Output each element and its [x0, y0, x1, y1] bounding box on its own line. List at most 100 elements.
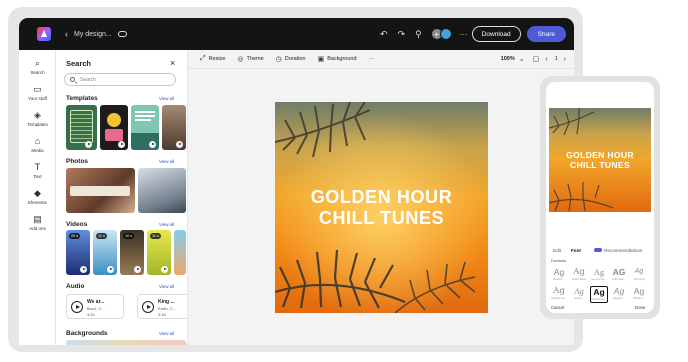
search-placeholder: Search [80, 76, 96, 83]
rail-item-templates[interactable]: ◈ Templates [19, 110, 56, 127]
resize-button[interactable]: ⤢ Resize [200, 55, 225, 63]
palette-icon: ◎ [237, 56, 244, 63]
theme-button[interactable]: ◎ Theme [237, 55, 263, 63]
font-option[interactable]: Ag Didot Sans [570, 267, 588, 284]
template-thumbnail[interactable] [66, 105, 97, 150]
font-option[interactable]: Ag Bodoni... [550, 267, 568, 284]
pages-icon[interactable]: ▢ [533, 55, 540, 63]
zoom-level[interactable]: 100% [501, 56, 515, 62]
rail-label: Text [33, 174, 42, 179]
videos-heading: Videos [66, 221, 88, 228]
font-option[interactable]: Ag Elegant... [610, 286, 628, 303]
tab-edit[interactable]: Edit [553, 248, 561, 253]
chevron-down-icon[interactable]: ⌄ [519, 55, 525, 63]
collaborators[interactable]: + [430, 28, 452, 40]
video-thumbnail[interactable] [174, 230, 186, 275]
photos-heading: Photos [66, 158, 89, 165]
font-option[interactable]: AG Alternate... [610, 267, 628, 284]
font-sample: Ag [633, 286, 645, 296]
rail-item-elements[interactable]: ◆ Elements [19, 188, 56, 205]
done-button[interactable]: Done [635, 305, 645, 310]
font-sample: Ag [593, 267, 605, 277]
duration-button[interactable]: ◷ Duration [276, 55, 306, 63]
font-option[interactable]: Ag Classic Ser... [550, 286, 568, 303]
background-thumbnail[interactable] [66, 340, 186, 345]
font-option-selected[interactable]: Ag Montserrat... [590, 286, 608, 303]
lightbulb-icon[interactable]: ⚲ [415, 29, 422, 40]
rail-label: Your stuff [28, 96, 47, 101]
font-option[interactable]: Ag Thin light [630, 267, 648, 284]
avatar[interactable] [439, 28, 452, 40]
cancel-button[interactable]: Cancel [551, 305, 564, 310]
video-duration: 11 s [150, 233, 161, 239]
background-icon: ▣ [317, 56, 325, 63]
tab-recommendations[interactable]: Recommendations [604, 248, 642, 253]
tab-font[interactable]: Font [571, 248, 581, 253]
font-caption: Script... [574, 296, 584, 300]
video-thumbnail[interactable]: 10 s [120, 230, 144, 275]
photo-thumbnail[interactable] [138, 168, 186, 213]
editor-body: ⌕ Search ▭ Your stuff ◈ Templates ⌂ Medi… [19, 50, 574, 345]
font-caption: Elegant... [613, 296, 625, 300]
search-input[interactable]: Search [64, 73, 176, 86]
template-text-line [135, 111, 155, 113]
resize-icon: ⤢ [200, 55, 206, 62]
rail-item-search[interactable]: ⌕ Search [19, 58, 56, 75]
left-rail: ⌕ Search ▭ Your stuff ◈ Templates ⌂ Medi… [19, 50, 56, 345]
font-option[interactable]: Ag Source Ser... [590, 267, 608, 284]
audio-duration: 4:20 [87, 312, 95, 317]
rail-item-media[interactable]: ⌂ Media [19, 136, 56, 153]
more-options-icon[interactable]: ··· [460, 30, 468, 39]
rail-item-your-stuff[interactable]: ▭ Your stuff [19, 84, 56, 101]
more-tools-icon[interactable]: ··· [369, 56, 375, 62]
font-caption: Montserrat... [591, 297, 607, 301]
mobile-artwork-preview[interactable]: GOLDEN HOUR CHILL TUNES [549, 108, 651, 212]
template-shape [105, 129, 123, 141]
next-page-icon[interactable]: › [564, 56, 566, 63]
backgrounds-heading: Backgrounds [66, 330, 108, 337]
undo-icon[interactable]: ↶ [380, 29, 388, 40]
background-label: Background [327, 56, 357, 62]
video-thumbnail[interactable]: 20 s [66, 230, 90, 275]
audio-track[interactable]: King ... Earth, C... 3:15 [137, 294, 187, 319]
template-shape [107, 113, 121, 127]
rail-item-text[interactable]: T Text [19, 162, 56, 179]
artwork-title-line-1[interactable]: GOLDEN HOUR [275, 187, 488, 208]
audio-track[interactable]: We ar... Bruci, C... 4:20 [66, 294, 124, 319]
video-thumbnail[interactable]: 11 s [93, 230, 117, 275]
backgrounds-view-all-link[interactable]: View all [159, 331, 174, 336]
template-thumbnail[interactable] [100, 105, 128, 150]
font-option[interactable]: Ag Script... [570, 286, 588, 303]
play-icon[interactable] [142, 301, 154, 313]
close-icon[interactable]: × [170, 58, 175, 68]
audio-view-all-link[interactable]: View all [159, 284, 174, 289]
photos-view-all-link[interactable]: View all [159, 159, 174, 164]
page-number: 1 [554, 56, 558, 62]
font-sample: Ag [553, 286, 565, 296]
prev-page-icon[interactable]: ‹ [545, 56, 547, 63]
mobile-tabs: Edit Font Recommendations [546, 248, 654, 258]
rail-item-add-ons[interactable]: ▤ Add ons [19, 214, 56, 231]
download-button[interactable]: Download [471, 26, 521, 42]
videos-view-all-link[interactable]: View all [159, 222, 174, 227]
document-title[interactable]: My design... [74, 31, 112, 38]
templates-view-all-link[interactable]: View all [159, 96, 174, 101]
background-button[interactable]: ▣ Background [318, 55, 357, 63]
canvas-area: ⤢ Resize ◎ Theme ◷ Duration ▣ Background [188, 50, 574, 345]
artwork-title-line-2[interactable]: CHILL TUNES [275, 208, 488, 229]
back-chevron-icon[interactable]: ‹ [65, 29, 68, 39]
share-button[interactable]: Share [526, 26, 566, 42]
video-duration: 20 s [69, 233, 81, 239]
template-thumbnail[interactable] [162, 105, 186, 150]
play-icon[interactable] [71, 301, 83, 313]
play-icon [85, 141, 92, 148]
redo-icon[interactable]: ↷ [398, 29, 406, 40]
font-option[interactable]: Ag Modern... [630, 286, 648, 303]
video-thumbnail[interactable]: 11 s [147, 230, 171, 275]
mobile-artwork-line-2: CHILL TUNES [570, 160, 630, 170]
rail-label: Search [30, 70, 45, 75]
app-logo-icon[interactable] [37, 27, 51, 41]
design-artwork[interactable]: GOLDEN HOUR CHILL TUNES [275, 102, 488, 313]
template-thumbnail[interactable] [131, 105, 159, 150]
photo-thumbnail[interactable] [66, 168, 135, 213]
